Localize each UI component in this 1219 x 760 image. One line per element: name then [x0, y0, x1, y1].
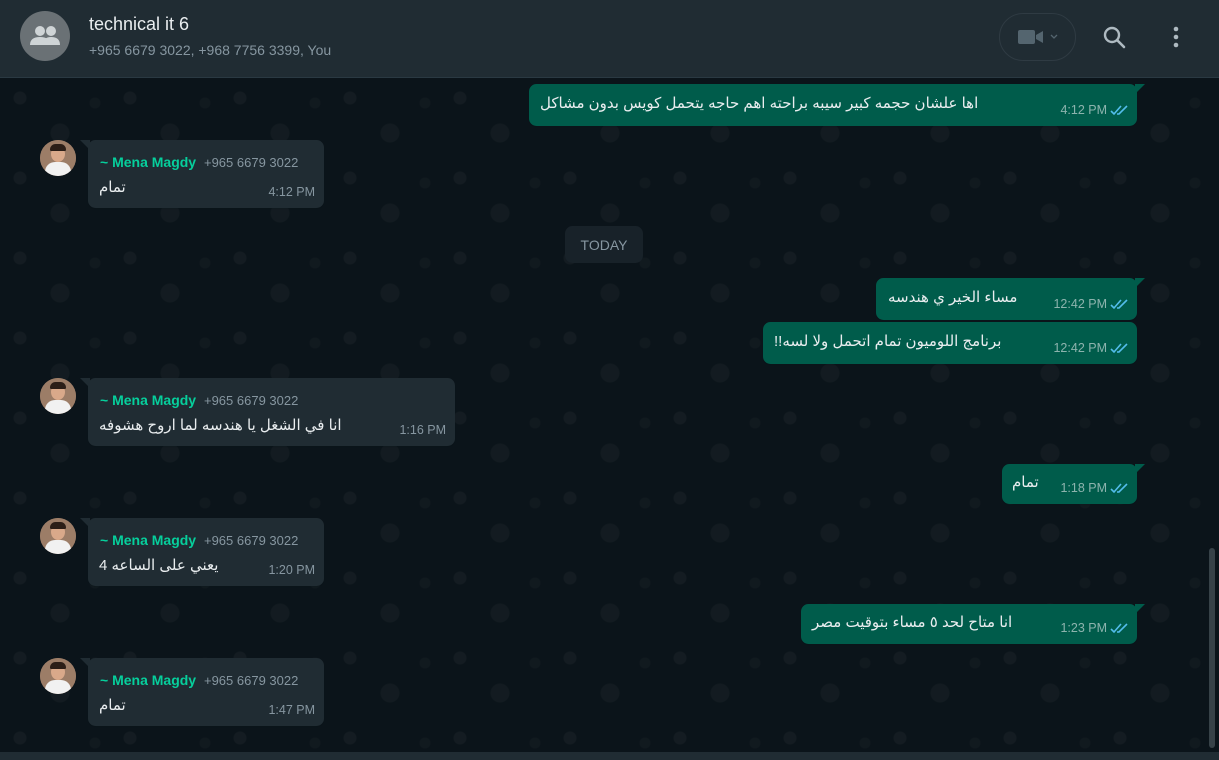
message-meta: 1:23 PM [1060, 618, 1128, 638]
message-text: اها علشان حجمه كبير سيبه براحته اهم حاجه… [540, 95, 979, 112]
message-time: 1:18 PM [1060, 481, 1107, 495]
message-meta: 12:42 PM [1053, 338, 1128, 358]
message-text: انا في الشغل يا هندسه لما اروح هشوفه [99, 417, 342, 434]
message-outgoing[interactable]: مساء الخير ي هندسه 12:42 PM [876, 278, 1145, 320]
chat-header[interactable]: technical it 6 +965 6679 3022, +968 7756… [0, 0, 1219, 78]
message-meta: 4:12 PM [1060, 100, 1128, 120]
group-icon [30, 26, 60, 45]
sender-phone: +965 6679 3022 [203, 533, 299, 548]
message-meta: 1:18 PM [1060, 478, 1128, 498]
message-incoming[interactable]: ~ Mena Magdy +965 6679 3022 تمام 1:47 PM [80, 658, 324, 726]
sender-name[interactable]: ~ Mena Magdy [100, 672, 196, 688]
sender-name[interactable]: ~ Mena Magdy [100, 392, 196, 408]
sender-line: ~ Mena Magdy +965 6679 3022 [100, 670, 298, 691]
message-text: برنامج اللوميون تمام اتحمل ولا لسه!! [774, 333, 1002, 350]
message-time: 1:20 PM [268, 563, 315, 577]
message-incoming[interactable]: ~ Mena Magdy +965 6679 3022 انا في الشغل… [80, 378, 455, 446]
message-time: 4:12 PM [268, 185, 315, 199]
bubble-tail [1135, 278, 1145, 288]
message-text: تمام [99, 697, 126, 714]
video-call-button[interactable] [999, 13, 1076, 61]
kebab-menu-icon [1173, 26, 1179, 48]
message-outgoing[interactable]: اها علشان حجمه كبير سيبه براحته اهم حاجه… [529, 84, 1145, 126]
sender-line: ~ Mena Magdy +965 6679 3022 [100, 390, 298, 411]
sender-line: ~ Mena Magdy +965 6679 3022 [100, 152, 298, 173]
bubble-tail [1135, 464, 1145, 474]
avatar[interactable] [40, 658, 76, 694]
footer-strip [0, 752, 1219, 760]
double-check-icon [1110, 298, 1128, 309]
menu-button[interactable] [1158, 19, 1194, 55]
message-meta: 1:47 PM [268, 700, 315, 720]
bubble-tail [1135, 84, 1145, 94]
search-icon [1103, 26, 1126, 49]
bubble-tail [80, 518, 90, 528]
message-outgoing[interactable]: انا متاح لحد ٥ مساء بتوقيت مصر 1:23 PM [801, 604, 1145, 644]
sender-line: ~ Mena Magdy +965 6679 3022 [100, 530, 298, 551]
message-text: يعني على الساعه 4 [99, 557, 219, 574]
message-time: 4:12 PM [1060, 103, 1107, 117]
message-meta: 1:16 PM [399, 420, 446, 440]
double-check-icon [1110, 342, 1128, 353]
sender-phone: +965 6679 3022 [203, 673, 299, 688]
bubble-tail [1135, 604, 1145, 614]
group-avatar[interactable] [20, 11, 70, 61]
date-divider: TODAY [565, 226, 643, 263]
message-time: 12:42 PM [1053, 341, 1107, 355]
sender-name[interactable]: ~ Mena Magdy [100, 154, 196, 170]
double-check-icon [1110, 622, 1128, 633]
sender-phone: +965 6679 3022 [203, 155, 299, 170]
message-text: تمام [99, 179, 126, 196]
double-check-icon [1110, 482, 1128, 493]
message-time: 1:16 PM [399, 423, 446, 437]
scrollbar[interactable] [1209, 548, 1215, 748]
bubble-tail [80, 658, 90, 668]
message-text: تمام [1012, 474, 1039, 491]
message-time: 1:23 PM [1060, 621, 1107, 635]
message-text: انا متاح لحد ٥ مساء بتوقيت مصر [812, 614, 1013, 631]
message-text: مساء الخير ي هندسه [888, 289, 1018, 306]
message-outgoing[interactable]: برنامج اللوميون تمام اتحمل ولا لسه!! 12:… [763, 322, 1137, 364]
avatar[interactable] [40, 140, 76, 176]
bubble-tail [80, 378, 90, 388]
video-camera-icon [1017, 30, 1043, 44]
avatar[interactable] [40, 518, 76, 554]
search-button[interactable] [1096, 19, 1132, 55]
chat-title[interactable]: technical it 6 [89, 14, 189, 35]
chat-participants[interactable]: +965 6679 3022, +968 7756 3399, You [89, 42, 331, 58]
sender-phone: +965 6679 3022 [203, 393, 299, 408]
message-list[interactable]: اها علشان حجمه كبير سيبه براحته اهم حاجه… [0, 78, 1219, 752]
message-meta: 4:12 PM [268, 182, 315, 202]
message-time: 1:47 PM [268, 703, 315, 717]
message-incoming[interactable]: ~ Mena Magdy +965 6679 3022 يعني على الس… [80, 518, 324, 586]
message-outgoing[interactable]: تمام 1:18 PM [1002, 464, 1145, 504]
double-check-icon [1110, 104, 1128, 115]
message-meta: 1:20 PM [268, 560, 315, 580]
sender-name[interactable]: ~ Mena Magdy [100, 532, 196, 548]
bubble-tail [80, 140, 90, 150]
whatsapp-chat-window: technical it 6 +965 6679 3022, +968 7756… [0, 0, 1219, 760]
message-time: 12:42 PM [1053, 297, 1107, 311]
message-meta: 12:42 PM [1053, 294, 1128, 314]
chevron-down-icon [1050, 34, 1057, 39]
avatar[interactable] [40, 378, 76, 414]
message-incoming[interactable]: ~ Mena Magdy +965 6679 3022 تمام 4:12 PM [80, 140, 324, 208]
